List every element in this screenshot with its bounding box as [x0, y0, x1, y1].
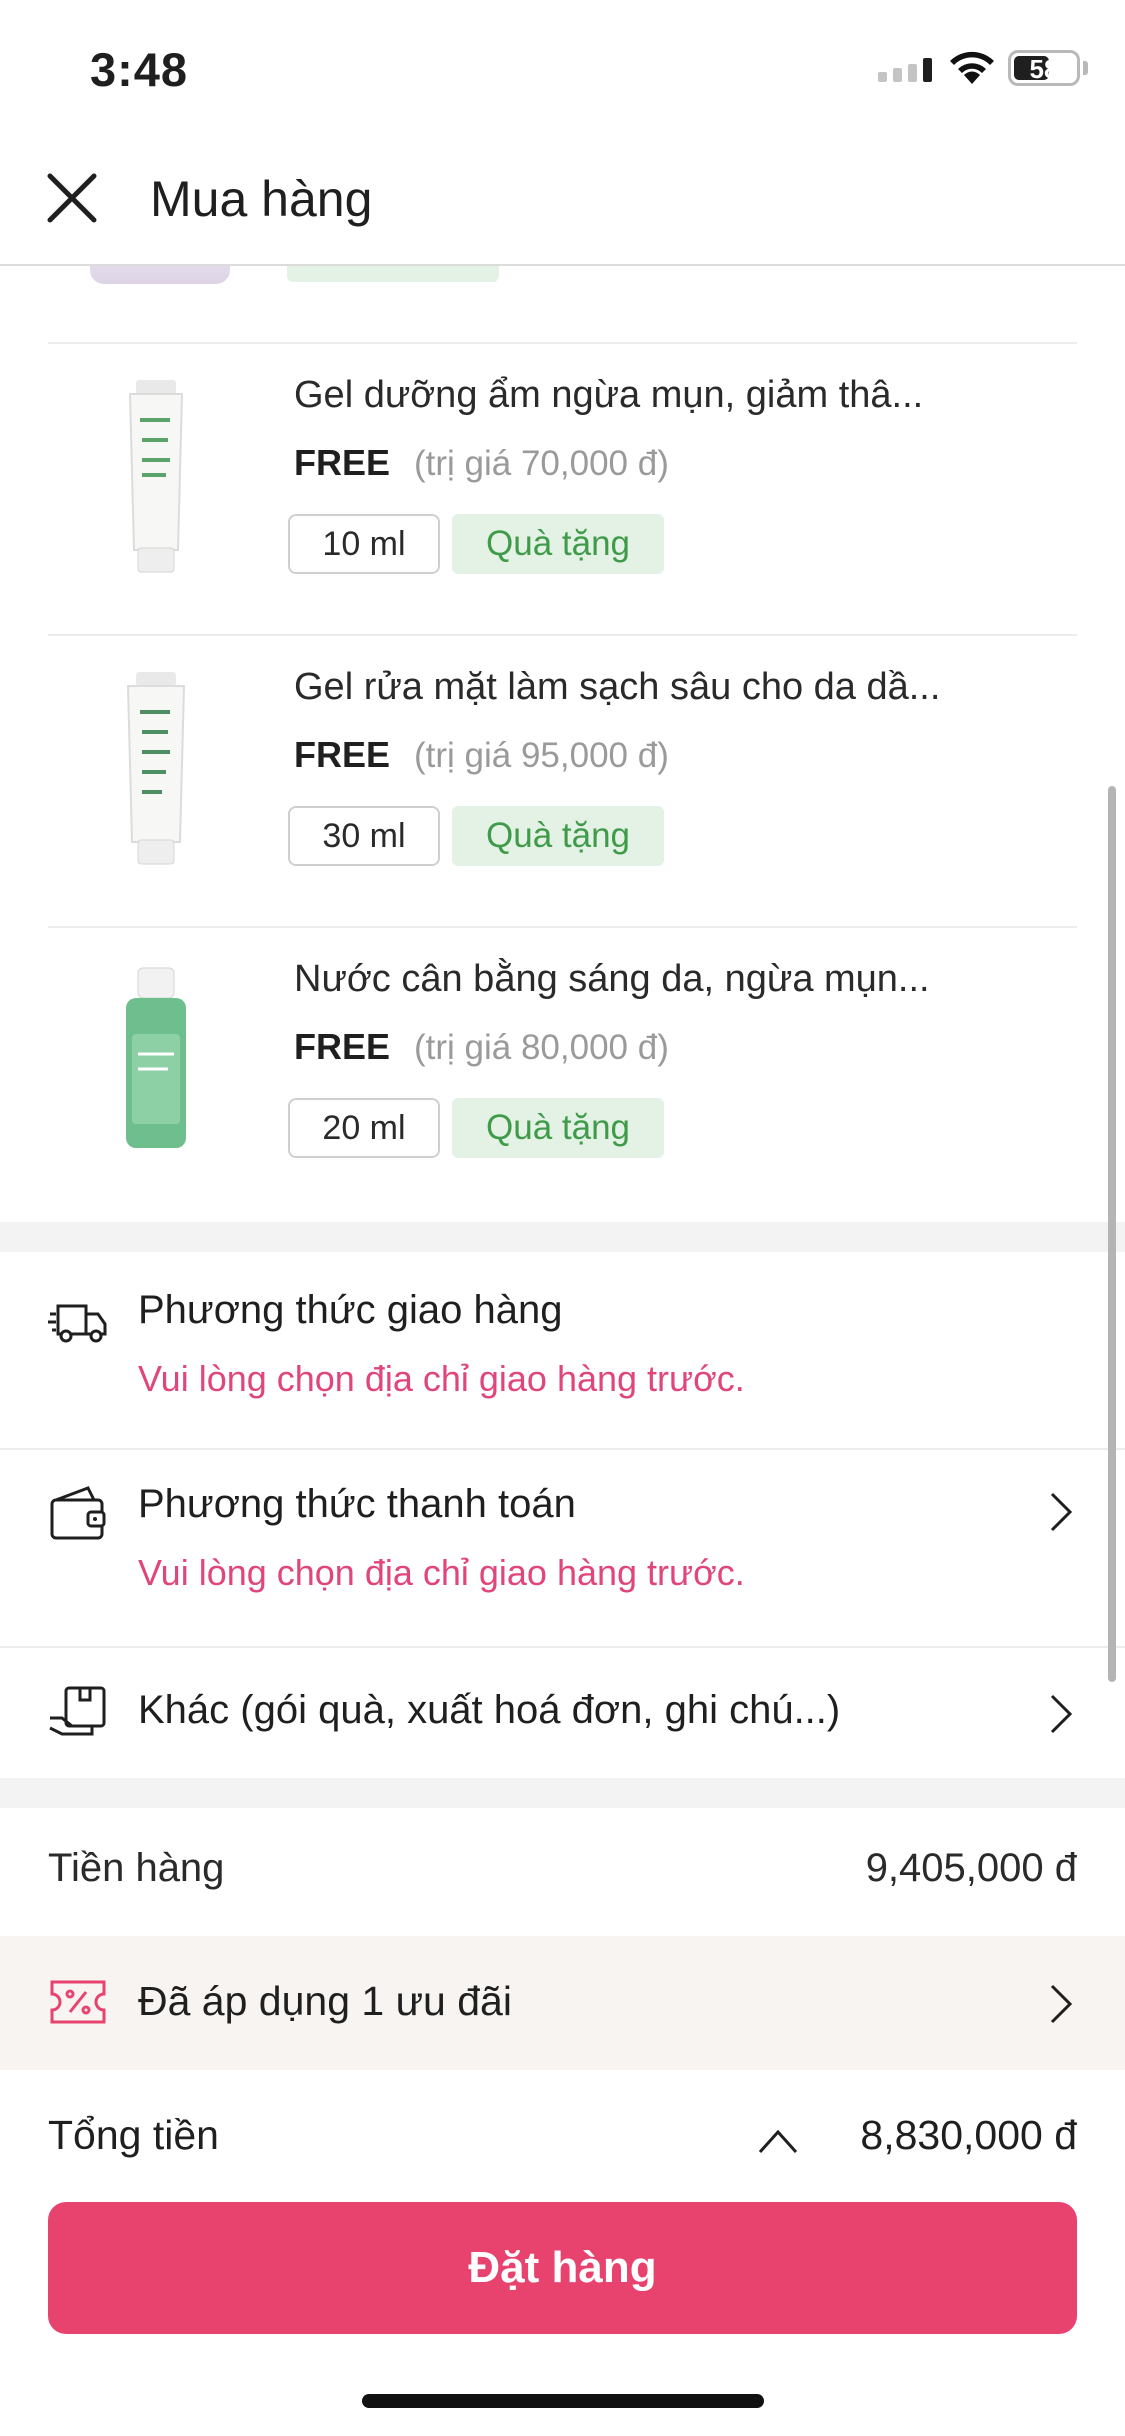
gift-item[interactable]: Gel dưỡng ẩm ngừa mụn, giảm thâ... FREE … — [48, 342, 1077, 634]
app-header: Mua hàng — [0, 140, 1125, 266]
truck-icon — [48, 1304, 107, 1343]
package-icon — [49, 1686, 106, 1736]
size-badge: 30 ml — [288, 806, 440, 866]
payment-title: Phương thức thanh toán — [138, 1482, 576, 1526]
product-price: FREE — [294, 734, 391, 775]
payment-note: Vui lòng chọn địa chỉ giao hàng trước. — [138, 1552, 745, 1593]
product-name: Gel rửa mặt làm sạch sâu cho da dầ... — [294, 666, 941, 708]
product-name: Nước cân bằng sáng da, ngừa mụn... — [294, 958, 930, 1000]
shipping-title: Phương thức giao hàng — [138, 1288, 563, 1332]
promo-label: Đã áp dụng 1 ưu đãi — [138, 1978, 512, 2024]
promo-bar[interactable]: Đã áp dụng 1 ưu đãi — [0, 1936, 1125, 2070]
product-worth: (trị giá 70,000 đ) — [414, 444, 669, 483]
home-indicator[interactable] — [362, 2394, 764, 2408]
close-icon[interactable] — [44, 170, 100, 226]
battery-percent: 58 — [1029, 54, 1059, 84]
product-name: Gel dưỡng ẩm ngừa mụn, giảm thâ... — [294, 374, 924, 416]
previous-item-partial — [0, 266, 1125, 306]
battery-tip — [1083, 61, 1088, 75]
status-time: 3:48 — [90, 43, 189, 96]
other-title: Khác (gói quà, xuất hoá đơn, ghi chú...) — [138, 1688, 841, 1732]
product-image — [126, 967, 186, 1148]
gift-tag — [287, 266, 499, 282]
shipping-method-row[interactable]: Phương thức giao hàng Vui lòng chọn địa … — [0, 1252, 1125, 1448]
size-badge: 20 ml — [288, 1098, 440, 1158]
product-image — [128, 380, 184, 573]
page-title: Mua hàng — [150, 171, 373, 227]
place-order-button[interactable]: Đặt hàng — [48, 2202, 1077, 2334]
status-bar: 3:48 58 — [0, 0, 1125, 140]
payment-method-row[interactable]: Phương thức thanh toán Vui lòng chọn địa… — [0, 1450, 1125, 1646]
subtotal-value: 9,405,000 đ — [865, 1846, 1077, 1890]
gift-item[interactable]: Gel rửa mặt làm sạch sâu cho da dầ... FR… — [48, 634, 1077, 926]
product-price: FREE — [294, 442, 391, 483]
subtotal-label: Tiền hàng — [48, 1846, 225, 1890]
cellular-signal-icon — [878, 58, 932, 82]
wifi-icon — [950, 51, 994, 84]
chevron-right-icon[interactable] — [1046, 1982, 1076, 2026]
shipping-note: Vui lòng chọn địa chỉ giao hàng trước. — [138, 1358, 745, 1399]
coupon-icon — [50, 1980, 106, 2024]
subtotal-row: Tiền hàng 9,405,000 đ — [0, 1808, 1125, 1936]
size-badge: 10 ml — [288, 514, 440, 574]
gift-tag: Quà tặng — [452, 806, 664, 866]
chevron-up-icon[interactable] — [756, 2126, 800, 2156]
gift-tag: Quà tặng — [452, 514, 664, 574]
scrollbar[interactable] — [1108, 786, 1116, 1682]
other-options-row[interactable]: Khác (gói quà, xuất hoá đơn, ghi chú...) — [0, 1648, 1125, 1778]
product-price: FREE — [294, 1026, 391, 1067]
total-label: Tổng tiền — [48, 2112, 219, 2158]
wallet-icon — [50, 1486, 106, 1540]
checkout-screen: 3:48 58 Mua hàng Gel dưỡng ẩm ngừa mụn, … — [0, 0, 1125, 2436]
chevron-right-icon[interactable] — [1046, 1692, 1076, 1736]
product-image — [90, 266, 230, 284]
total-value: 8,830,000 đ — [860, 2112, 1077, 2158]
product-worth: (trị giá 95,000 đ) — [414, 736, 669, 775]
product-worth: (trị giá 80,000 đ) — [414, 1028, 669, 1067]
section-gap — [0, 1222, 1125, 1252]
product-image — [126, 672, 186, 865]
gift-item[interactable]: Nước cân bằng sáng da, ngừa mụn... FREE … — [48, 926, 1077, 1218]
chevron-right-icon[interactable] — [1046, 1490, 1076, 1534]
section-gap — [0, 1778, 1125, 1808]
checkout-content[interactable]: Gel dưỡng ẩm ngừa mụn, giảm thâ... FREE … — [0, 266, 1125, 1936]
gift-tag: Quà tặng — [452, 1098, 664, 1158]
battery-icon: 58 — [1008, 50, 1080, 86]
